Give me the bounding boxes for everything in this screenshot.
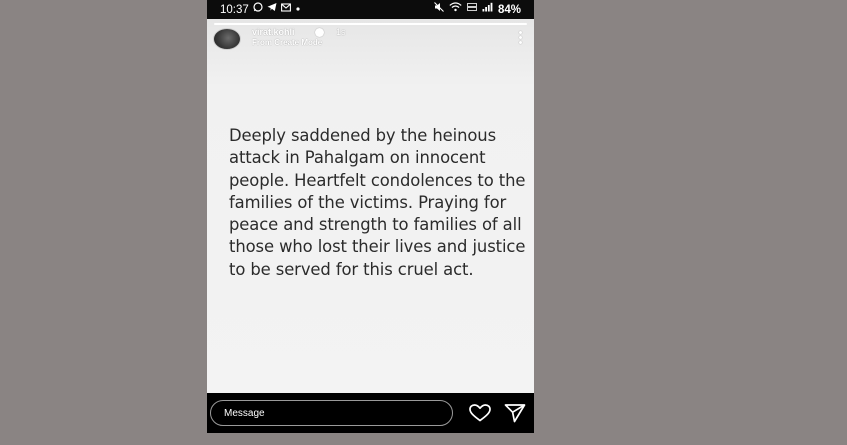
send-direct-icon[interactable]	[504, 403, 526, 423]
status-bar-left: 10:37	[220, 0, 301, 19]
volte-icon	[467, 0, 477, 19]
verified-badge-icon	[315, 28, 324, 37]
story-text: Deeply saddened by the heinous attack in…	[229, 126, 526, 279]
gmail-icon	[280, 0, 291, 19]
message-input[interactable]	[210, 400, 453, 426]
battery-percent: 84%	[497, 3, 521, 16]
dot-icon	[295, 0, 301, 19]
story-username[interactable]: virat.kohli	[252, 27, 295, 37]
status-time: 10:37	[220, 3, 249, 16]
story-content[interactable]: virat.kohli 1s From Create Mode Deeply s…	[207, 19, 534, 393]
signal-icon	[482, 0, 493, 19]
status-bar: 10:37 84%	[207, 0, 534, 19]
story-subtitle: From Create Mode	[252, 38, 323, 47]
like-heart-icon[interactable]	[469, 404, 491, 422]
more-options-icon[interactable]	[519, 31, 522, 44]
more-dot	[519, 36, 522, 39]
wifi-icon	[449, 0, 462, 19]
phone-screen: 10:37 84% virat.kohli 1s From Create Mod…	[207, 0, 534, 433]
more-dot	[519, 31, 522, 34]
mute-icon	[434, 0, 444, 19]
status-bar-right: 84%	[434, 0, 521, 19]
more-dot	[519, 41, 522, 44]
story-progress-bar	[214, 23, 527, 25]
whatsapp-icon	[253, 0, 263, 19]
story-time-ago: 1s	[336, 27, 346, 37]
telegram-icon	[267, 0, 277, 19]
avatar[interactable]	[213, 28, 241, 50]
reply-bar	[207, 393, 534, 433]
